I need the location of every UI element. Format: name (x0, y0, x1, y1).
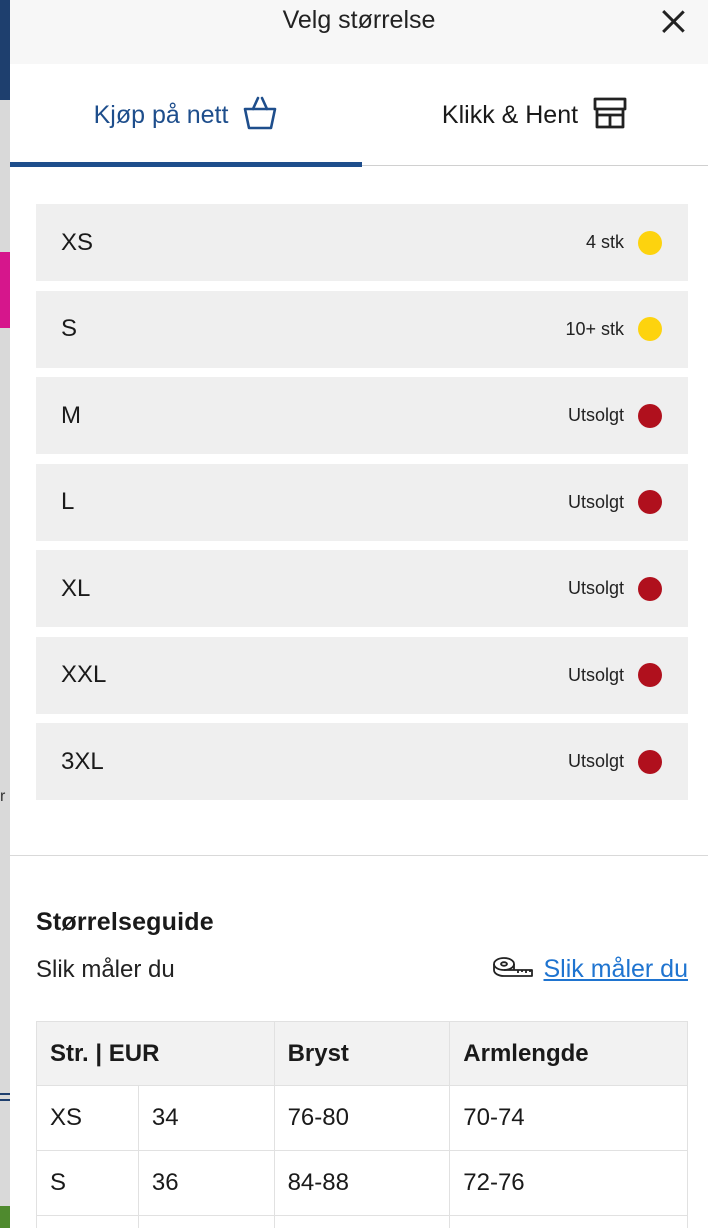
low-stock-dot (638, 317, 662, 341)
table-cell: 34 (137, 1085, 275, 1151)
store-icon (592, 96, 628, 135)
sold-out-dot (638, 749, 662, 774)
size-option-xl[interactable]: XL Utsolgt (36, 550, 688, 627)
size-label: XXL (61, 661, 107, 688)
table-cell: 72-76 (449, 1150, 688, 1216)
size-picker-panel: Velg størrelse Kjøp på nett Klikk & Hent (10, 0, 708, 1228)
sold-out-dot (638, 663, 662, 687)
column-header: Bryst (273, 1021, 451, 1086)
size-label: S (61, 315, 78, 342)
column-header: Str. | EUR (36, 1021, 275, 1086)
table-row: XS 34 76-80 70-74 (36, 1085, 688, 1151)
stock-status: Utsolgt (568, 663, 662, 687)
background-footer (0, 1206, 10, 1228)
size-option-m[interactable]: M Utsolgt (36, 377, 688, 454)
size-label: M (61, 401, 81, 429)
size-guide-subtitle: Slik måler du (36, 955, 175, 983)
stock-status: Utsolgt (567, 403, 662, 428)
stock-status: Utsolgt (568, 490, 662, 514)
sold-out-dot (638, 403, 662, 428)
background-page: r (0, 0, 10, 1228)
size-label: XS (61, 228, 94, 256)
size-list: XS 4 stk S 10+ stk M Utsolgt L Utsolgt X… (10, 166, 708, 800)
measuring-tape-icon (492, 954, 534, 985)
tab-click-collect[interactable]: Klikk & Hent (362, 64, 708, 166)
table-cell: 36 (137, 1150, 275, 1216)
how-to-measure-link[interactable]: Slik måler du (492, 954, 689, 985)
stock-text: Utsolgt (567, 405, 624, 425)
table-cell: 76-80 (273, 1085, 451, 1151)
stock-status: Utsolgt (567, 749, 662, 774)
size-option-xxl[interactable]: XXL Utsolgt (36, 636, 688, 714)
size-label: XL (61, 574, 91, 602)
stock-text: 10+ stk (565, 318, 624, 339)
close-icon[interactable] (658, 6, 688, 36)
table-row (36, 1215, 688, 1228)
low-stock-dot (638, 230, 662, 255)
stock-status: 10+ stk (565, 317, 662, 341)
table-header-row: Str. | EUR Bryst Armlengde (36, 1021, 688, 1086)
sold-out-dot (638, 490, 662, 514)
stock-text: Utsolgt (567, 491, 624, 512)
size-label: 3XL (61, 747, 104, 775)
table-cell: XS (36, 1085, 139, 1151)
tab-label: Klikk & Hent (441, 100, 579, 129)
background-divider (0, 1099, 10, 1101)
size-guide: Størrelseguide Slik måler du Slik måler … (10, 856, 708, 1228)
size-option-xs[interactable]: XS 4 stk (36, 204, 688, 281)
stock-text: Utsolgt (567, 578, 624, 598)
how-to-measure-link-text: Slik måler du (543, 955, 689, 983)
size-option-3xl[interactable]: 3XL Utsolgt (36, 723, 688, 800)
size-option-l[interactable]: L Utsolgt (36, 463, 688, 541)
stock-text: 4 stk (585, 232, 624, 252)
panel-title: Velg størrelse (282, 6, 436, 34)
stock-status: 4 stk (585, 230, 662, 255)
size-label: L (61, 488, 75, 515)
size-option-s[interactable]: S 10+ stk (36, 290, 688, 368)
stock-status: Utsolgt (567, 576, 662, 601)
size-guide-title: Størrelseguide (36, 908, 214, 936)
background-banner (0, 0, 10, 100)
size-guide-table: Str. | EUR Bryst Armlengde XS 34 76-80 7… (36, 1021, 688, 1228)
table-row: S 36 84-88 72-76 (36, 1150, 688, 1216)
background-text: r (0, 788, 6, 805)
tab-buy-online[interactable]: Kjøp på nett (10, 64, 362, 167)
background-promo (0, 252, 10, 328)
tab-label: Kjøp på nett (93, 100, 229, 129)
stock-text: Utsolgt (567, 751, 624, 771)
stock-text: Utsolgt (567, 664, 624, 685)
sold-out-dot (638, 576, 662, 601)
panel-header: Velg størrelse (10, 0, 708, 64)
background-divider (0, 1093, 10, 1095)
size-guide-subheader: Slik måler du Slik måler du (36, 954, 688, 985)
column-header: Armlengde (449, 1021, 688, 1086)
table-cell: 70-74 (449, 1085, 688, 1151)
shopping-basket-icon (242, 95, 278, 136)
table-cell: S (36, 1150, 139, 1216)
table-cell: 84-88 (273, 1150, 451, 1216)
tab-bar: Kjøp på nett Klikk & Hent (10, 64, 708, 167)
